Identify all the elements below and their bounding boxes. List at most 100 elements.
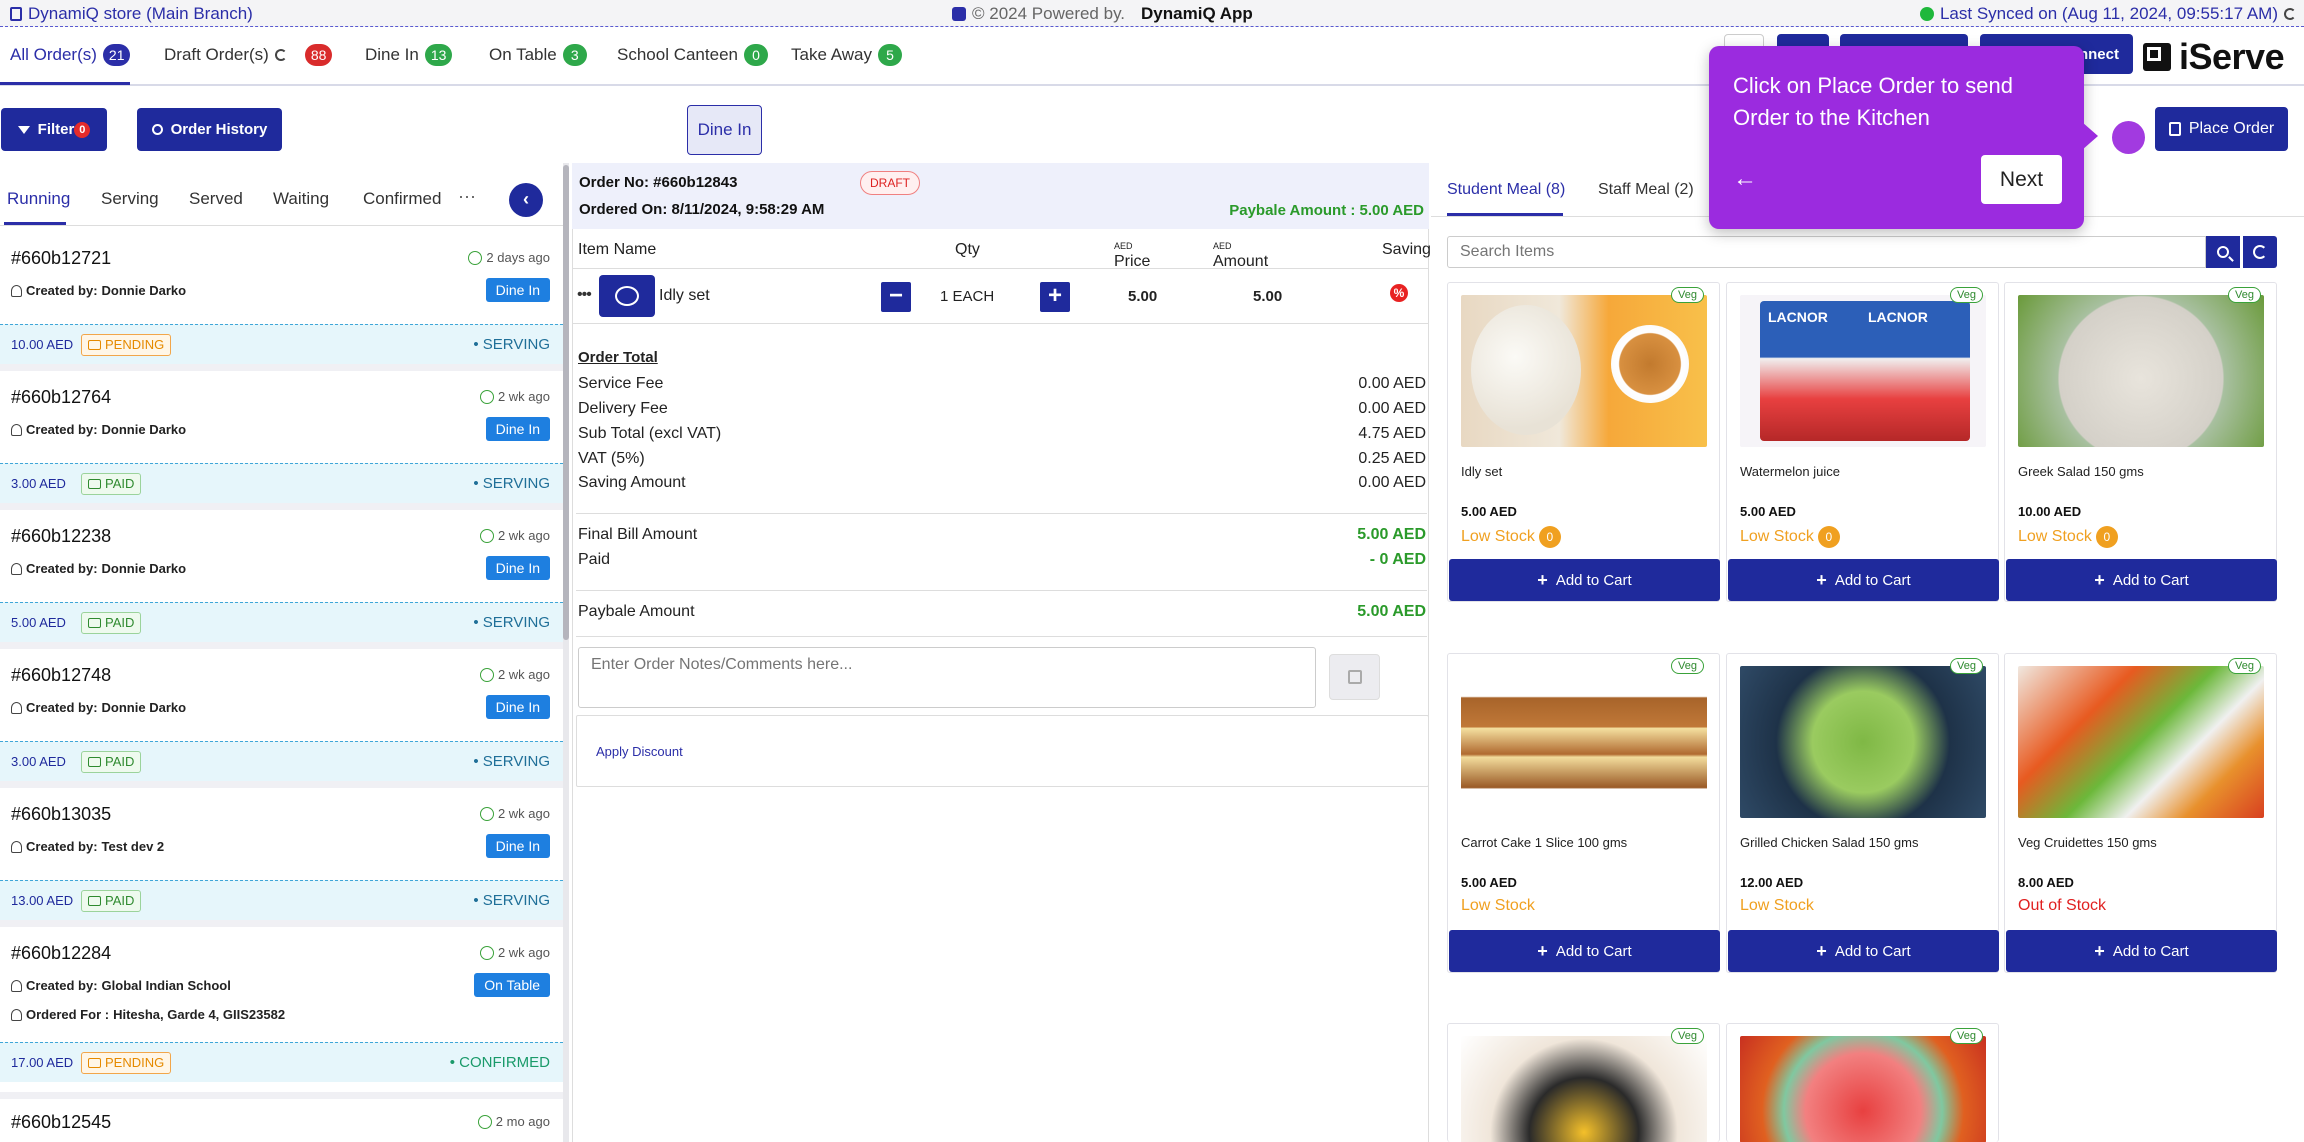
filter-icon [17,125,30,134]
add-to-cart-button[interactable]: + Add to Cart [1728,930,1999,972]
discount-percent-icon[interactable]: % [1390,284,1408,302]
tab-on-table[interactable]: On Table 3 [489,44,587,66]
payable-amount-summary: Paybale Amount : 5.00 AED [1229,202,1424,219]
order-card-footer: 13.00 AED PAID • SERVING [0,880,563,920]
tab-take-away[interactable]: Take Away 5 [791,44,902,66]
veg-badge: Veg [2228,658,2261,674]
order-time: 2 wk ago [479,806,550,821]
created-by: Created by: Donnie Darko [11,561,186,576]
total-line-delivery-fee: Delivery Fee 0.00 AED [578,400,1426,417]
product-card[interactable]: Veg [1447,1023,1720,1142]
tab-school-canteen[interactable]: School Canteen 0 [617,44,768,66]
scrollbar-thumb[interactable] [563,165,569,640]
food-plate [1471,305,1581,435]
item-note-button[interactable] [599,275,655,317]
order-amount: 3.00 AED [11,754,66,769]
tab-staff-meal[interactable]: Staff Meal (2) [1598,181,1694,199]
product-card[interactable]: Veg Grilled Chicken Salad 150 gms 12.00 … [1726,653,1999,973]
search-button[interactable] [2206,236,2240,268]
product-card[interactable]: Veg Idly set 5.00 AED Low Stock 0 + Add to… [1447,282,1720,602]
veg-badge: Veg [1950,1028,1983,1044]
created-by: Created by: Global Indian School [11,978,231,993]
product-card[interactable]: Veg Watermelon juice 5.00 AED Low Stock0… [1726,282,1999,602]
divider [576,636,1427,637]
product-image [2018,295,2264,447]
user-icon [11,701,22,714]
card-icon [88,896,101,906]
veg-badge: Veg [1950,658,1983,674]
refresh-icon[interactable] [2284,8,2296,20]
refresh-icon[interactable] [274,49,287,61]
payment-status-badge: PAID [81,612,142,634]
clock-icon [477,1114,492,1129]
tab-draft-orders[interactable]: Draft Order(s) 88 [164,44,333,66]
filter-button[interactable]: Filter 0 [1,108,107,151]
order-history-button[interactable]: Order History [137,108,282,151]
more-tabs-icon[interactable]: ··· [458,186,476,207]
add-to-cart-button[interactable]: + Add to Cart [1449,559,1720,601]
collapse-panel-button[interactable]: ‹ [509,183,543,217]
search-input[interactable] [1447,236,2206,268]
order-type-chip[interactable]: Dine In [687,105,762,155]
sync-status[interactable]: Last Synced on (Aug 11, 2024, 09:55:17 A… [1919,4,2296,24]
food-bowl [1611,325,1689,403]
tab-running[interactable]: Running [7,189,70,209]
order-time: 2 wk ago [479,945,550,960]
tooltip-next-button[interactable]: Next [1981,155,2062,204]
order-number-label: Order No: #660b12843 [579,174,738,191]
order-notes-input[interactable] [578,647,1316,708]
tab-confirmed[interactable]: Confirmed [363,189,441,209]
tutorial-hotspot-dot [2112,121,2145,154]
add-to-cart-button[interactable]: + Add to Cart [2006,930,2277,972]
item-more-icon[interactable]: ••• [577,286,592,304]
count-badge: 13 [424,44,453,66]
stock-count: 0 [1538,526,1561,548]
order-card-header [0,510,563,602]
refresh-menu-button[interactable] [2243,236,2277,268]
payment-status-badge: PAID [81,751,142,773]
order-card-header [0,371,563,463]
product-card[interactable]: Veg Greek Salad 150 gms 10.00 AED Low St… [2004,282,2277,602]
decrease-qty-button[interactable]: − [881,282,911,312]
add-to-cart-button[interactable]: + Add to Cart [1728,559,1999,601]
product-card[interactable]: Veg Veg Cruidettes 150 gms 8.00 AED Out … [2004,653,2277,973]
apply-discount-link[interactable]: Apply Discount [596,744,683,759]
user-icon [11,423,22,436]
stock-status: Low Stock 0 [2018,526,2118,548]
order-card-footer: 10.00 AED PENDING • SERVING [0,324,563,364]
payment-status-badge: PAID [81,473,142,495]
product-card[interactable]: Veg Carrot Cake 1 Slice 100 gms 5.00 AED… [1447,653,1720,973]
ordered-for: Ordered For : Hitesha, Garde 4, GIIS23582 [11,1007,285,1022]
tab-student-meal[interactable]: Student Meal (8) [1447,181,1565,199]
order-card-footer: 3.00 AED PAID • SERVING [0,741,563,781]
juice-box [1860,301,1970,441]
tab-serving[interactable]: Serving [101,189,159,209]
order-amount: 13.00 AED [11,893,74,908]
card-gap [0,503,563,510]
place-order-button[interactable]: Place Order [2155,107,2288,151]
card-gap [0,1092,563,1099]
order-type-badge: Dine In [485,695,550,719]
app-logo: iServe [2143,36,2285,78]
add-to-cart-button[interactable]: + Add to Cart [2006,559,2277,601]
order-type-tabs: All Order(s) 21 Draft Order(s) 88 Dine In 1… [0,28,1700,84]
tab-dine-in[interactable]: Dine In 13 [365,44,453,66]
column-qty: Qty [955,241,980,258]
save-notes-button[interactable] [1329,654,1380,700]
created-by: Created by: Test dev 2 [11,839,164,854]
add-to-cart-button[interactable]: + Add to Cart [1449,930,1720,972]
tab-all-orders[interactable]: All Order(s) 21 [10,44,131,66]
product-price: 8.00 AED [2018,875,2074,890]
product-card[interactable]: Veg [1726,1023,1999,1142]
powered-by: © 2024 Powered by. DynamiQ App [952,4,1253,24]
tab-served[interactable]: Served [189,189,243,209]
active-tab-indicator [0,82,130,85]
tooltip-back-icon[interactable]: ← [1733,165,1757,193]
stock-status: Out of Stock [2018,897,2107,914]
increase-qty-button[interactable]: + [1040,282,1070,312]
comment-icon [615,286,639,306]
tab-waiting[interactable]: Waiting [273,189,329,209]
veg-badge: Veg [1671,658,1704,674]
product-price: 5.00 AED [1740,504,1796,519]
item-amount: 5.00 [1253,288,1283,305]
